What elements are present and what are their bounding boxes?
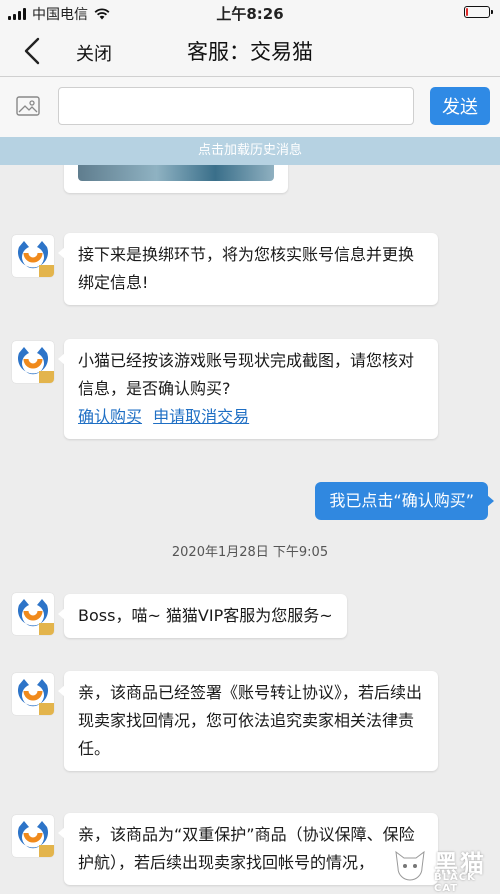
message-bubble: 亲，该商品已经签署《账号转让协议》，若后续出现卖家找回情况，您可依法追究卖家相关… — [58, 671, 438, 771]
chat-area[interactable]: 接下来是换绑环节，将为您核实账号信息并更换绑定信息! 小猫已经按该游戏账号现状完… — [0, 165, 500, 888]
message-bubble: 接下来是换绑环节，将为您核实账号信息并更换绑定信息! — [58, 233, 438, 305]
cat-avatar-icon[interactable] — [12, 593, 54, 635]
image-icon[interactable] — [16, 95, 40, 117]
status-bar: 中国电信 上午8:26 — [0, 0, 500, 26]
message-bubble: Boss，喵~ 猫猫VIP客服为您服务~ — [58, 594, 347, 638]
status-time: 上午8:26 — [216, 5, 284, 23]
cancel-transaction-link[interactable]: 申请取消交易 — [153, 407, 249, 426]
cat-avatar-icon[interactable] — [12, 673, 54, 715]
message-text: 接下来是换绑环节，将为您核实账号信息并更换绑定信息! — [78, 245, 415, 292]
message-text: 亲，该商品为“双重保护”商品（协议保障、保险护航），若后续出现卖家找回帐号的情况… — [78, 825, 415, 872]
black-cat-logo-icon — [395, 850, 425, 881]
close-button[interactable]: 关闭 — [76, 40, 112, 66]
load-history-button[interactable]: 点击加载历史消息 — [0, 137, 500, 165]
message-text: 小猫已经按该游戏账号现状完成截图，请您核对信息，是否确认购买? — [78, 351, 415, 398]
watermark-subtext: BLACK CAT — [434, 872, 476, 894]
cat-avatar-icon[interactable] — [12, 341, 54, 383]
message-bubble: 亲，该商品为“双重保护”商品（协议保障、保险护航），若后续出现卖家找回帐号的情况… — [58, 813, 438, 885]
screenshot-thumbnail[interactable] — [78, 165, 274, 181]
confirm-purchase-link[interactable]: 确认购买 — [78, 407, 142, 426]
message-text: Boss，喵~ 猫猫VIP客服为您服务~ — [78, 606, 333, 625]
nav-bar: 关闭 客服：交易猫 — [0, 26, 500, 77]
watermark-logo: 黑猫 BLACK CAT — [390, 842, 500, 894]
cat-avatar-icon[interactable] — [12, 815, 54, 857]
message-text: 亲，该商品已经签署《账号转让协议》，若后续出现卖家找回情况，您可依法追究卖家相关… — [78, 683, 423, 758]
message-input[interactable] — [58, 87, 414, 125]
message-timestamp: 2020年1月28日 下午9:05 — [171, 545, 329, 560]
battery-icon — [464, 6, 493, 18]
message-actions: 确认购买 申请取消交易 — [78, 403, 424, 431]
back-chevron-icon[interactable] — [20, 36, 46, 66]
send-button[interactable]: 发送 — [430, 87, 490, 125]
input-bar: 发送 — [0, 77, 500, 137]
page-title: 客服：交易猫 — [187, 40, 313, 64]
message-bubble: 小猫已经按该游戏账号现状完成截图，请您核对信息，是否确认购买? 确认购买 申请取… — [58, 339, 438, 439]
cat-avatar-icon[interactable] — [12, 235, 54, 277]
battery-fill — [466, 8, 469, 16]
my-message-bubble: 我已点击“确认购买” — [315, 482, 494, 520]
screenshot-message[interactable] — [64, 165, 288, 193]
